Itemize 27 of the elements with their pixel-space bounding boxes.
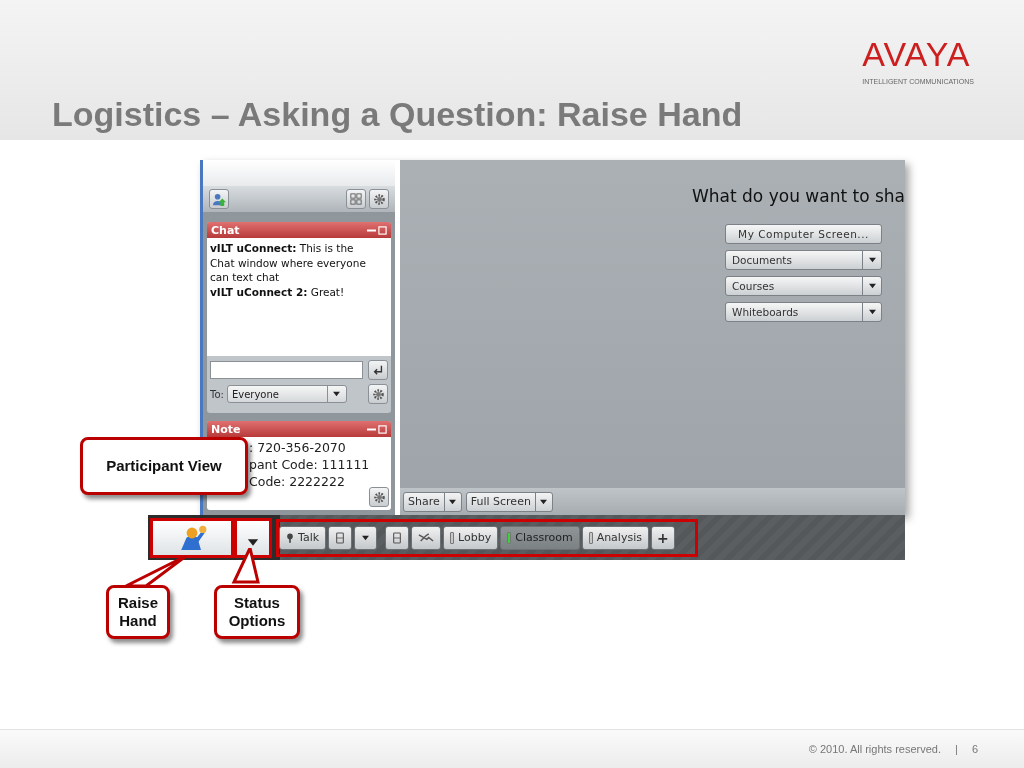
room-tab[interactable]: Lobby [443,525,499,550]
share-option-dropdown[interactable]: Courses [725,276,882,296]
note-line: : 720-356-2070 [249,439,347,456]
note-line: Code: 2222222 [249,473,346,490]
page-number: 6 [971,743,978,755]
room-tab[interactable]: Analysis [581,525,649,550]
footer-separator: | [955,743,958,755]
note-line: pant Code: 111111 [249,456,370,473]
share-option-dropdown[interactable]: Documents [725,250,882,270]
chat-message: vILT uConnect 2: Great! [210,284,346,299]
callout: Raise Hand [106,585,170,639]
logo: AVAYA [862,38,971,72]
room-tab[interactable]: Classroom [500,525,580,550]
recipient-label: To: [210,388,224,400]
callout: Participant View [80,437,248,495]
copyright-text: © 2010. All rights reserved. [808,743,941,755]
add-room-button[interactable]: + [650,525,675,550]
share-prompt: What do you want to sha [692,186,905,206]
share-option-button[interactable]: My Computer Screen... [725,224,882,244]
recipient-dropdown[interactable]: Everyone [226,385,347,403]
talk-button[interactable]: Talk [279,525,327,550]
chat-title: Chat [211,223,241,237]
share-option-dropdown[interactable]: Whiteboards [725,302,882,322]
share-control-dropdown[interactable]: Full Screen [465,491,553,512]
share-control-dropdown[interactable]: Share [403,491,462,512]
slide-title: Logistics – Asking a Question: Raise Hand [52,95,743,134]
note-title: Note [211,422,242,436]
